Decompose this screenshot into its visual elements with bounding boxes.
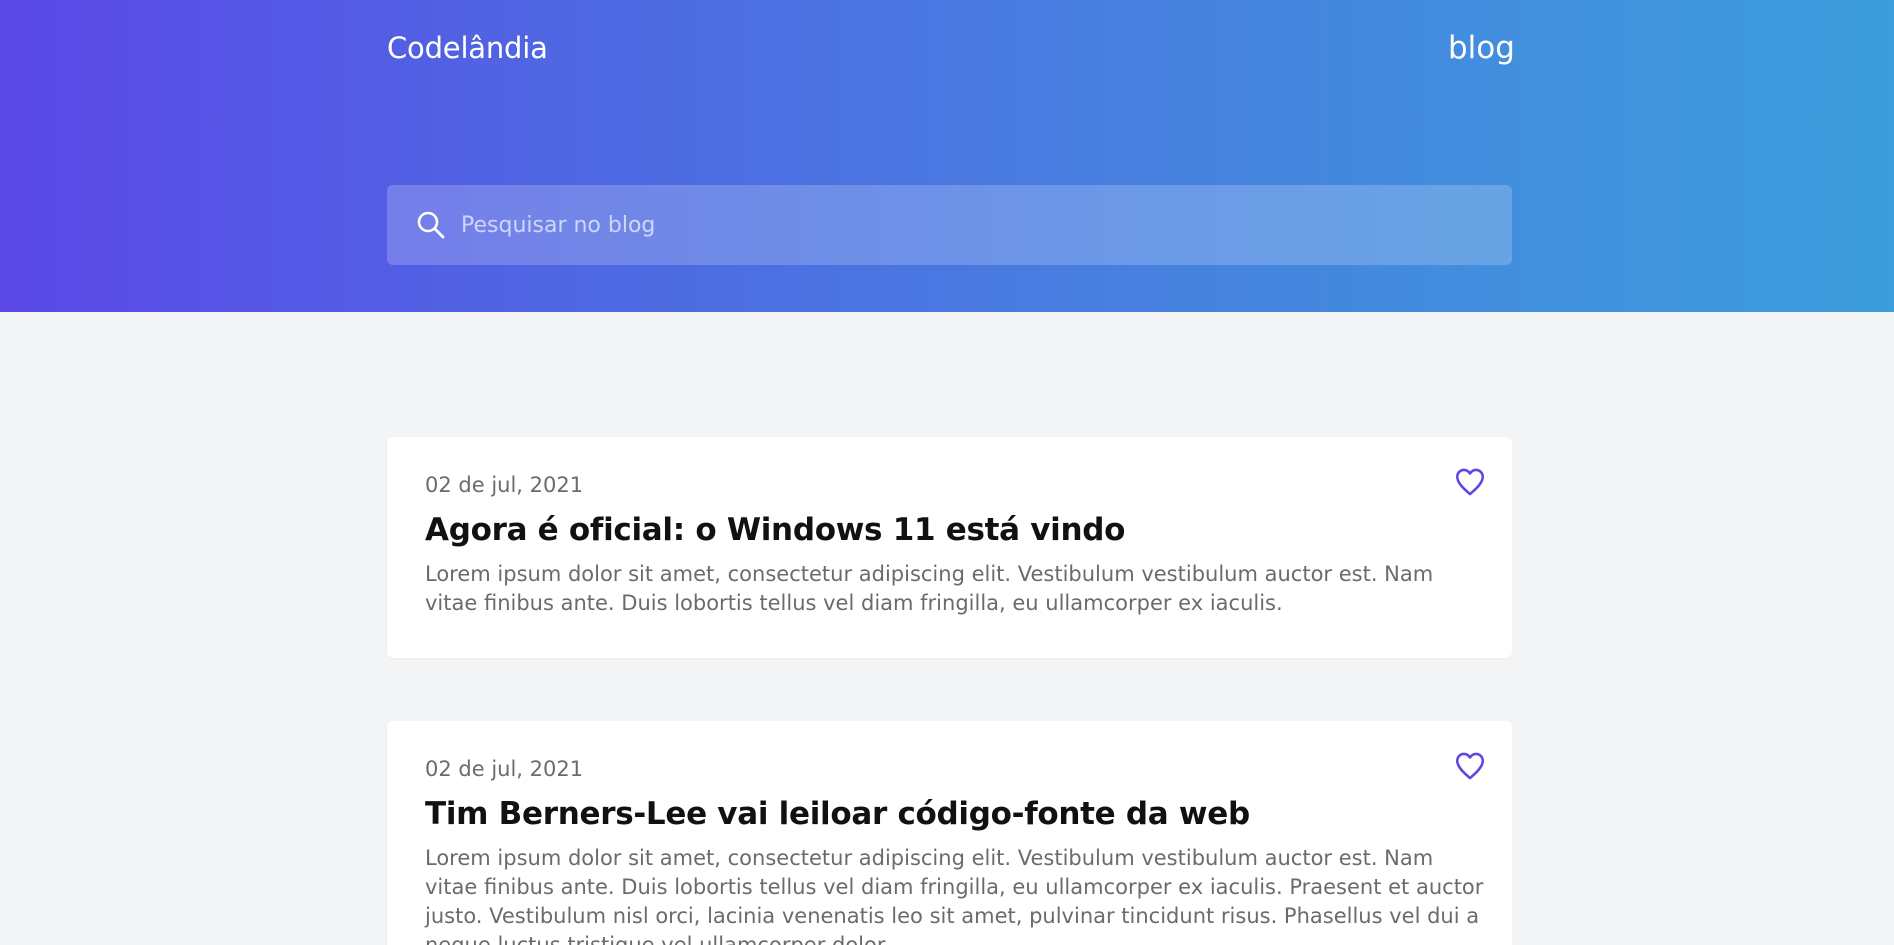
brand-logo[interactable]: Codelândia xyxy=(387,28,548,68)
post-card[interactable]: 02 de jul, 2021 Tim Berners-Lee vai leil… xyxy=(387,721,1512,945)
post-excerpt: Lorem ipsum dolor sit amet, consectetur … xyxy=(425,562,1434,615)
post-date: 02 de jul, 2021 xyxy=(425,757,584,781)
nav-blog-link[interactable]: blog xyxy=(1448,28,1515,68)
post-date: 02 de jul, 2021 xyxy=(425,473,584,497)
search-input[interactable] xyxy=(461,185,1481,265)
hero-header: Codelândia blog xyxy=(0,0,1894,312)
post-title[interactable]: Tim Berners-Lee vai leiloar código-fonte… xyxy=(425,793,1425,835)
heart-icon[interactable] xyxy=(1452,748,1488,784)
post-card[interactable]: 02 de jul, 2021 Agora é oficial: o Windo… xyxy=(387,437,1512,658)
search-bar[interactable] xyxy=(387,185,1512,265)
post-excerpt: Lorem ipsum dolor sit amet, consectetur … xyxy=(425,846,1484,945)
search-icon[interactable] xyxy=(415,209,447,241)
post-title[interactable]: Agora é oficial: o Windows 11 está vindo xyxy=(425,509,1425,551)
page: Codelândia blog 02 de jul, 2021 Agora é … xyxy=(0,0,1894,945)
heart-icon[interactable] xyxy=(1452,464,1488,500)
